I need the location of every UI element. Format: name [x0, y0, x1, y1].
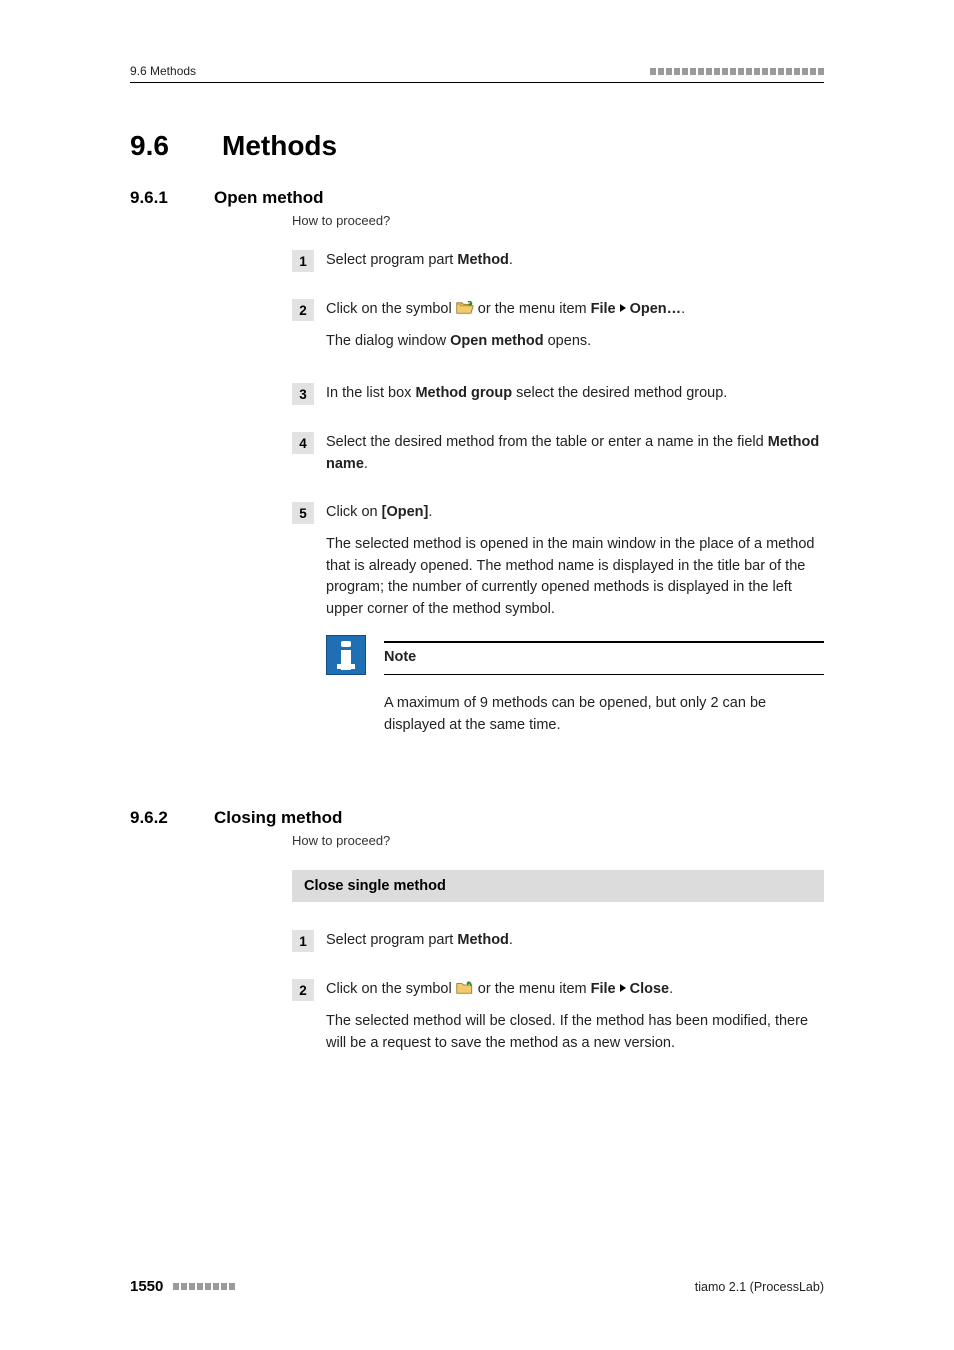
- page-number: 1550: [130, 1278, 163, 1295]
- note-title: Note: [384, 649, 416, 665]
- step-number: 1: [292, 930, 314, 952]
- step-after-text: The dialog window Open method opens.: [326, 331, 824, 353]
- section-number: 9.6: [130, 130, 186, 162]
- step-number: 2: [292, 979, 314, 1001]
- procedure-heading-bar: Close single method: [292, 870, 824, 902]
- info-icon: [326, 635, 366, 675]
- subsection-title: Open method: [214, 188, 324, 208]
- step-number: 4: [292, 432, 314, 454]
- step-text: Select program part Method.: [326, 930, 824, 952]
- subsection-title: Closing method: [214, 808, 342, 828]
- footer-decoration: [173, 1283, 235, 1290]
- header-decoration: [650, 68, 824, 75]
- step-item: 2 Click on the symbol or the menu item F…: [292, 979, 824, 1064]
- step-after-text: The selected method is opened in the mai…: [326, 534, 824, 621]
- subsection-number: 9.6.1: [130, 188, 186, 208]
- header-rule: [130, 82, 824, 83]
- howto-label: How to proceed?: [292, 833, 390, 848]
- step-text: Select program part Method.: [326, 250, 824, 272]
- step-item: 1 Select program part Method.: [292, 930, 824, 962]
- step-item: 1 Select program part Method.: [292, 250, 824, 282]
- step-number: 3: [292, 383, 314, 405]
- step-text: Click on [Open].: [326, 502, 824, 524]
- subsection-number: 9.6.2: [130, 808, 186, 828]
- step-item: 5 Click on [Open]. The selected method i…: [292, 502, 824, 736]
- footer-product: tiamo 2.1 (ProcessLab): [695, 1280, 824, 1294]
- close-folder-icon: [456, 981, 474, 995]
- step-number: 5: [292, 502, 314, 524]
- open-folder-icon: [456, 301, 474, 315]
- step-text: Click on the symbol or the menu item Fil…: [326, 979, 824, 1001]
- howto-label: How to proceed?: [292, 213, 390, 228]
- step-text: Select the desired method from the table…: [326, 432, 824, 476]
- step-number: 2: [292, 299, 314, 321]
- note-box: Note A maximum of 9 methods can be opene…: [326, 635, 824, 737]
- step-item: 2 Click on the symbol or the menu item F…: [292, 299, 824, 363]
- step-number: 1: [292, 250, 314, 272]
- menu-separator-icon: [620, 984, 626, 992]
- running-header-left: 9.6 Methods: [130, 64, 196, 78]
- section-title: Methods: [222, 130, 337, 162]
- menu-separator-icon: [620, 304, 626, 312]
- note-text: A maximum of 9 methods can be opened, bu…: [384, 693, 824, 737]
- step-after-text: The selected method will be closed. If t…: [326, 1011, 824, 1055]
- step-item: 3 In the list box Method group select th…: [292, 383, 824, 415]
- step-item: 4 Select the desired method from the tab…: [292, 432, 824, 486]
- step-text: In the list box Method group select the …: [326, 383, 824, 405]
- step-text: Click on the symbol or the menu item Fil…: [326, 299, 824, 321]
